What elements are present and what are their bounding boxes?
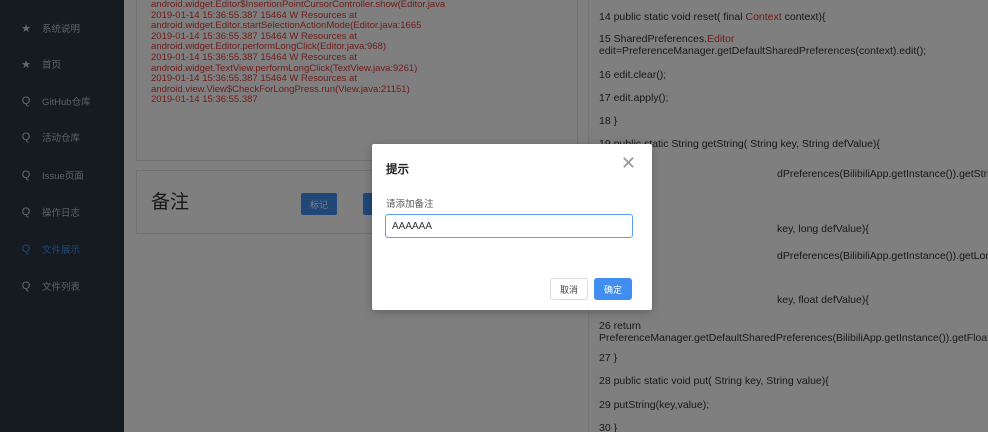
remark-label: 请添加备注: [386, 199, 434, 210]
dialog-title: 提示: [386, 164, 409, 176]
close-icon[interactable]: ✕: [621, 154, 636, 172]
remark-dialog: 提示 ✕ 请添加备注 取消 确定: [372, 144, 652, 310]
remark-input[interactable]: [385, 214, 633, 238]
confirm-button[interactable]: 确定: [594, 278, 632, 300]
cancel-button[interactable]: 取消: [550, 278, 588, 300]
